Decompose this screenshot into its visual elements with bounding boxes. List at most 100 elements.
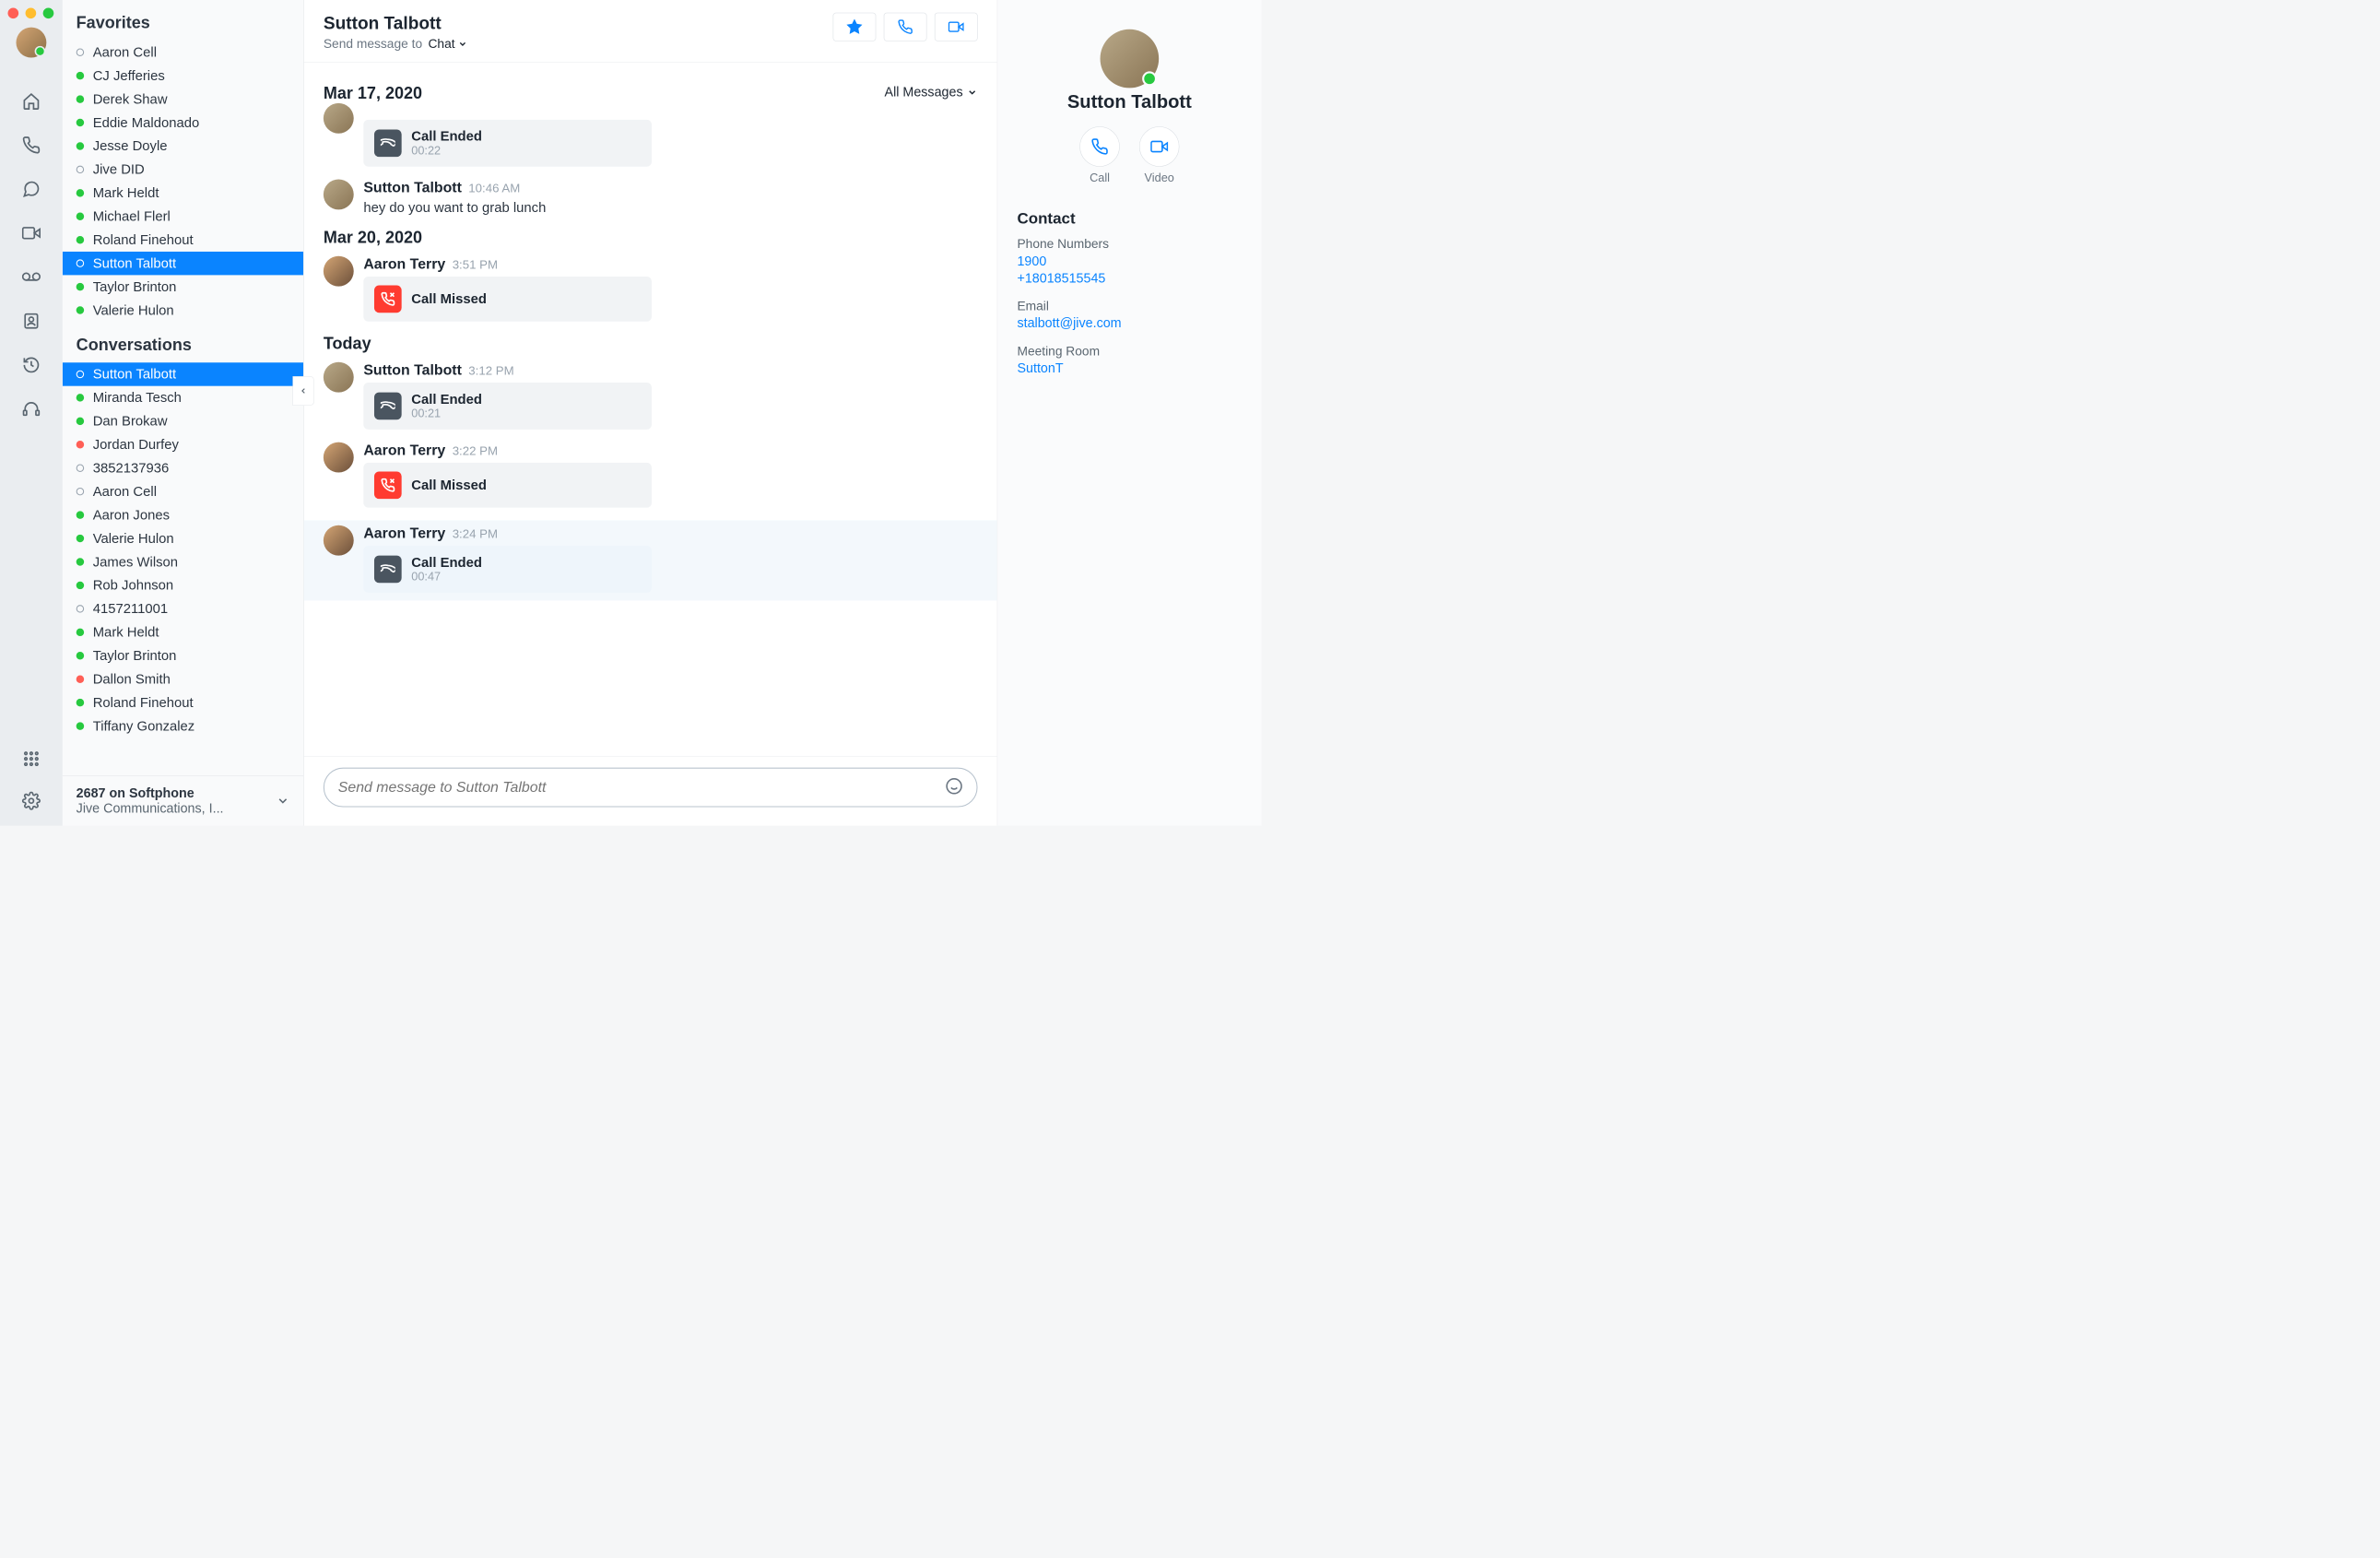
call-ended-icon xyxy=(374,556,402,584)
calls-icon[interactable] xyxy=(21,135,41,155)
video-call-button[interactable] xyxy=(935,13,978,41)
meeting-link[interactable]: SuttonT xyxy=(1017,360,1242,375)
maximize-window-button[interactable] xyxy=(43,7,54,18)
conversation-item[interactable]: Sutton Talbott xyxy=(63,362,303,385)
contact-label: Aaron Cell xyxy=(93,484,157,500)
status-dot xyxy=(77,48,84,55)
call-bubble[interactable]: Call Missed xyxy=(363,463,652,508)
call-bubble[interactable]: Call Ended00:47 xyxy=(363,546,652,593)
call-title: Call Ended xyxy=(411,555,482,571)
details-video-button[interactable]: Video xyxy=(1139,126,1179,185)
composer-box[interactable] xyxy=(324,768,978,808)
message-row: Aaron Terry3:22 PMCall Missed xyxy=(324,443,978,508)
conversation-item[interactable]: Aaron Jones xyxy=(63,503,303,526)
status-dot xyxy=(77,582,84,589)
message-sender: Aaron Terry xyxy=(363,256,445,273)
status-dot xyxy=(77,535,84,542)
settings-icon[interactable] xyxy=(21,791,41,811)
favorite-item[interactable]: Jesse Doyle xyxy=(63,135,303,158)
send-mode-dropdown[interactable]: Chat xyxy=(428,36,467,51)
sidebar-footer[interactable]: 2687 on Softphone Jive Communications, I… xyxy=(63,775,303,826)
status-dot xyxy=(77,488,84,495)
conversation-item[interactable]: 4157211001 xyxy=(63,597,303,620)
contact-label: Jive DID xyxy=(93,161,145,177)
minimize-window-button[interactable] xyxy=(26,7,37,18)
conversation-item[interactable]: Roland Finehout xyxy=(63,690,303,714)
favorite-item[interactable]: Michael Flerl xyxy=(63,205,303,228)
message-time: 3:51 PM xyxy=(453,258,498,272)
favorite-item[interactable]: Eddie Maldonado xyxy=(63,111,303,134)
call-title: Call Ended xyxy=(411,392,482,407)
status-dot xyxy=(77,675,84,682)
contact-label: Jordan Durfey xyxy=(93,437,179,453)
meeting-label: Meeting Room xyxy=(1017,344,1242,359)
phone-link[interactable]: 1900 xyxy=(1017,254,1242,268)
message-filter-dropdown[interactable]: All Messages xyxy=(885,85,978,100)
conversation-item[interactable]: Tiffany Gonzalez xyxy=(63,714,303,738)
details-call-button[interactable]: Call xyxy=(1079,126,1119,185)
video-icon[interactable] xyxy=(21,223,41,243)
favorite-item[interactable]: Jive DID xyxy=(63,158,303,181)
favorite-item[interactable]: Aaron Cell xyxy=(63,41,303,64)
message-sender: Sutton Talbott xyxy=(363,180,462,196)
conversation-item[interactable]: Dan Brokaw xyxy=(63,409,303,432)
contact-label: Dallon Smith xyxy=(93,671,171,687)
call-bubble[interactable]: Call Ended00:21 xyxy=(363,383,652,430)
email-link[interactable]: stalbott@jive.com xyxy=(1017,315,1242,330)
conversation-item[interactable]: Dallon Smith xyxy=(63,667,303,690)
home-icon[interactable] xyxy=(21,91,41,112)
message-row: Sutton Talbott3:12 PMCall Ended00:21 xyxy=(324,362,978,430)
call-button[interactable] xyxy=(884,13,927,41)
contact-label: Taylor Brinton xyxy=(93,648,177,664)
emoji-button[interactable] xyxy=(946,777,963,797)
favorite-item[interactable]: CJ Jefferies xyxy=(63,64,303,87)
conversation-item[interactable]: James Wilson xyxy=(63,550,303,573)
chat-icon[interactable] xyxy=(21,179,41,199)
contact-label: Roland Finehout xyxy=(93,695,194,711)
conversation-item[interactable]: Taylor Brinton xyxy=(63,644,303,667)
close-window-button[interactable] xyxy=(7,7,18,18)
contact-name: Sutton Talbott xyxy=(1017,92,1242,113)
conversation-item[interactable]: Mark Heldt xyxy=(63,620,303,643)
chat-body[interactable]: Mar 17, 2020 All Messages Call Ended00:2… xyxy=(304,63,997,757)
call-bubble[interactable]: Call Missed xyxy=(363,277,652,322)
conversation-item[interactable]: Aaron Cell xyxy=(63,479,303,502)
headset-icon[interactable] xyxy=(21,398,41,419)
favorites-title: Favorites xyxy=(63,0,303,41)
contact-label: CJ Jefferies xyxy=(93,68,165,84)
status-dot xyxy=(77,652,84,659)
contact-avatar xyxy=(1101,30,1160,89)
message-time: 3:22 PM xyxy=(453,444,498,458)
phone-label: Phone Numbers xyxy=(1017,237,1242,252)
contacts-icon[interactable] xyxy=(21,311,41,331)
status-dot xyxy=(77,142,84,149)
date-header: Today xyxy=(324,335,978,354)
contact-label: Aaron Jones xyxy=(93,507,170,523)
phone-link[interactable]: +18018515545 xyxy=(1017,271,1242,286)
contact-label: Eddie Maldonado xyxy=(93,115,200,131)
favorite-item[interactable]: Roland Finehout xyxy=(63,229,303,252)
conversation-item[interactable]: Jordan Durfey xyxy=(63,433,303,456)
conversations-title: Conversations xyxy=(63,322,303,362)
call-bubble[interactable]: Call Ended00:22 xyxy=(363,120,652,167)
voicemail-icon[interactable] xyxy=(21,266,41,287)
conversation-item[interactable]: Miranda Tesch xyxy=(63,386,303,409)
my-avatar[interactable] xyxy=(16,28,46,58)
history-icon[interactable] xyxy=(21,355,41,375)
message-input[interactable] xyxy=(338,779,946,796)
status-dot xyxy=(77,306,84,313)
dialpad-icon[interactable] xyxy=(21,749,41,769)
status-dot xyxy=(77,189,84,196)
status-dot xyxy=(77,166,84,173)
conversation-item[interactable]: 3852137936 xyxy=(63,456,303,479)
favorite-item[interactable]: Sutton Talbott xyxy=(63,252,303,275)
conversation-item[interactable]: Valerie Hulon xyxy=(63,526,303,549)
favorite-item[interactable]: Mark Heldt xyxy=(63,182,303,205)
favorite-button[interactable] xyxy=(833,13,877,41)
favorite-item[interactable]: Valerie Hulon xyxy=(63,299,303,322)
favorite-item[interactable]: Derek Shaw xyxy=(63,88,303,111)
contact-label: Dan Brokaw xyxy=(93,413,168,429)
conversation-item[interactable]: Rob Johnson xyxy=(63,573,303,596)
favorite-item[interactable]: Taylor Brinton xyxy=(63,275,303,298)
status-dot xyxy=(77,629,84,636)
